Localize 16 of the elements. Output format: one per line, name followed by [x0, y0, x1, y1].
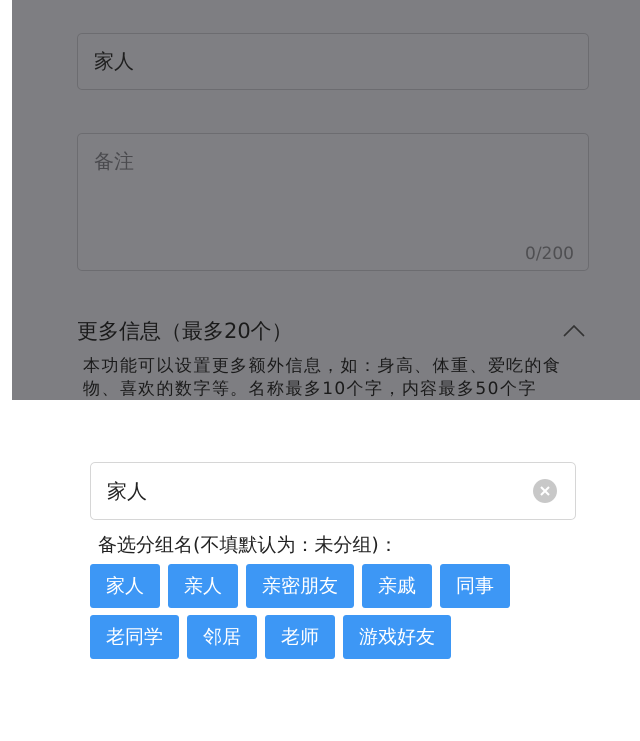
group-tag[interactable]: 家人	[90, 564, 160, 608]
group-tag[interactable]: 老同学	[90, 615, 179, 659]
group-tag[interactable]: 亲人	[168, 564, 238, 608]
group-name-field[interactable]: 家人	[90, 462, 576, 520]
hint-text: 备选分组名(不填默认为：未分组)：	[98, 533, 399, 558]
group-tag[interactable]: 游戏好友	[343, 615, 451, 659]
name-field[interactable]: 家人	[77, 33, 589, 90]
group-tag[interactable]: 亲密朋友	[246, 564, 354, 608]
section-title: 更多信息（最多20个）	[77, 318, 293, 345]
group-tag[interactable]: 老师	[265, 615, 335, 659]
field-value: 家人	[107, 478, 147, 504]
group-tag[interactable]: 邻居	[187, 615, 257, 659]
group-tag[interactable]: 亲戚	[362, 564, 432, 608]
chevron-icon[interactable]	[563, 324, 585, 338]
group-tag[interactable]: 同事	[440, 564, 510, 608]
section-description: 本功能可以设置更多额外信息，如：身高、体重、爱吃的食物、喜欢的数字等。名称最多10个字，内容最多50个字	[83, 355, 562, 400]
